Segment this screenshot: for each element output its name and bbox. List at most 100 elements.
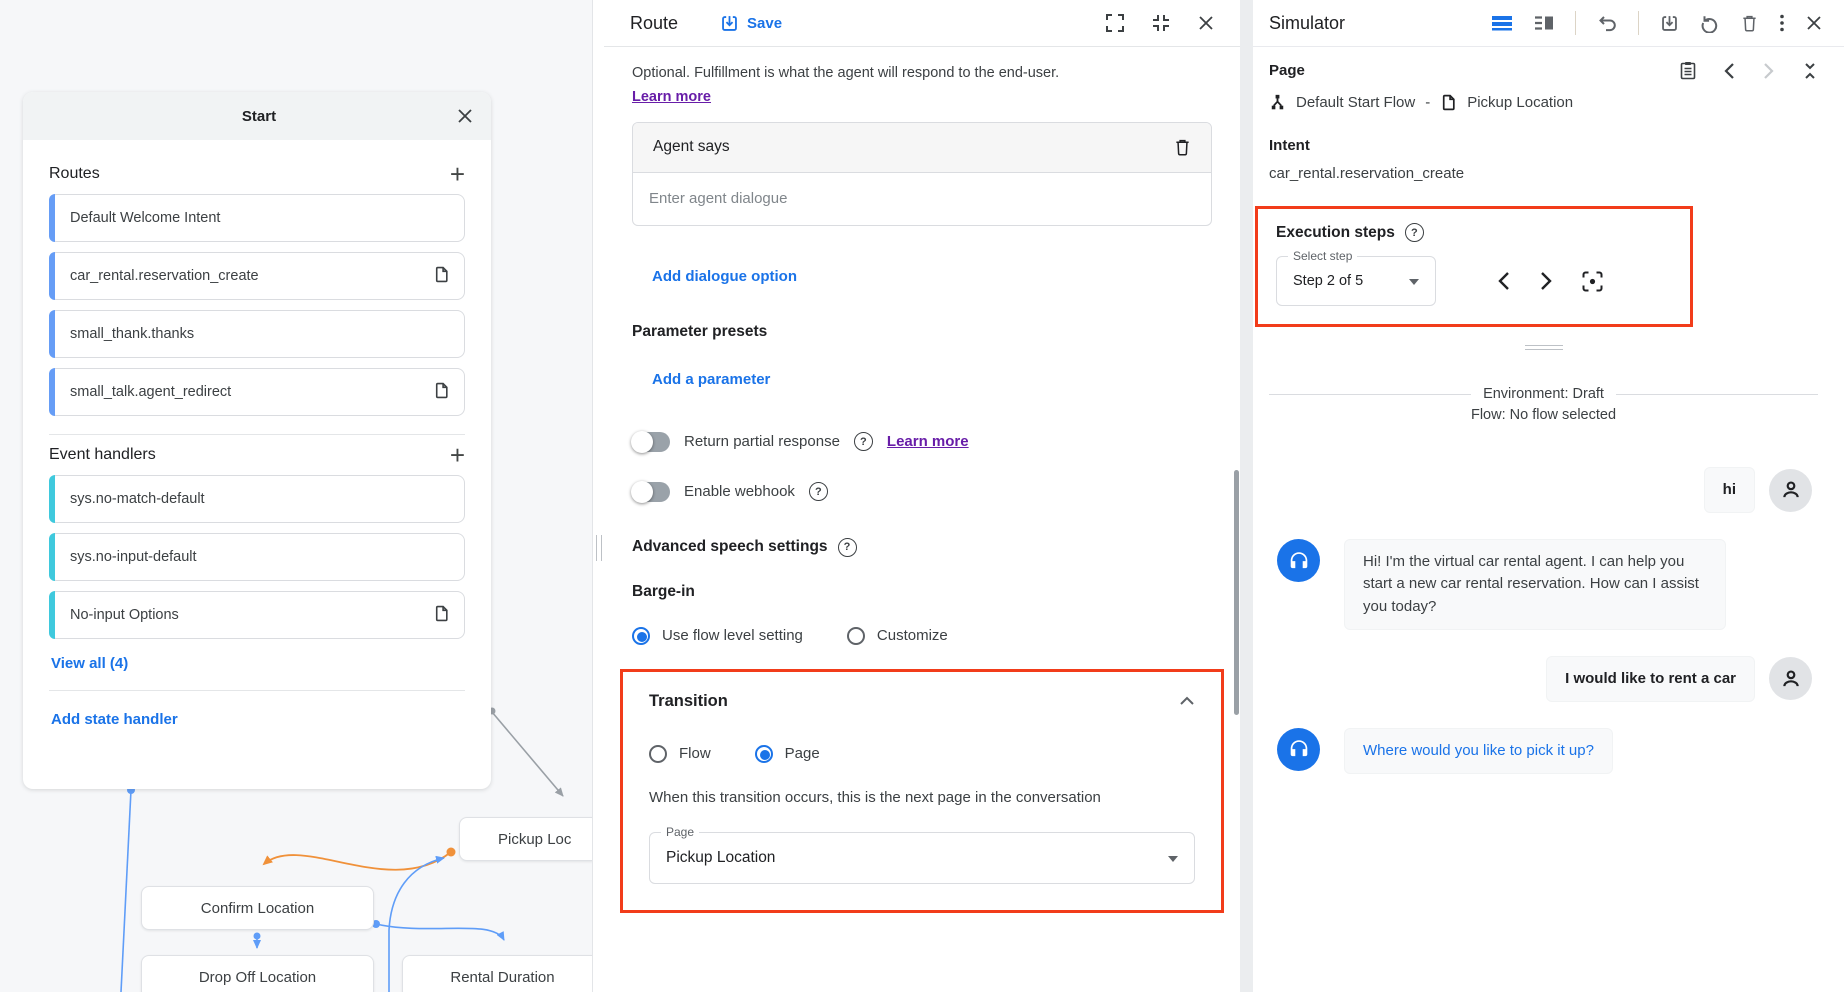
transition-description: When this transition occurs, this is the… xyxy=(649,789,1195,806)
chevron-left-icon[interactable] xyxy=(1724,62,1735,80)
route-item[interactable]: car_rental.reservation_create xyxy=(49,252,465,300)
step-next-chevron-right-icon[interactable] xyxy=(1540,271,1552,291)
return-partial-response-label: Return partial response xyxy=(684,433,840,450)
transition-heading: Transition xyxy=(649,692,728,711)
chat-message-user: hi xyxy=(1269,467,1812,513)
event-handler-item[interactable]: No-input Options xyxy=(49,591,465,639)
transition-page-select[interactable]: Page Pickup Location xyxy=(649,832,1195,884)
undo-icon[interactable] xyxy=(1597,14,1617,32)
trash-icon[interactable] xyxy=(1174,138,1191,156)
help-icon[interactable]: ? xyxy=(809,482,828,501)
drag-handle-icon[interactable] xyxy=(596,535,602,561)
chevron-right-icon-disabled[interactable] xyxy=(1763,62,1774,80)
agent-message-bubble: Hi! I'm the virtual car rental agent. I … xyxy=(1344,539,1726,630)
start-flow-panel: Start Routes + Default Welcome Intent ca… xyxy=(23,92,491,789)
customize-radio[interactable]: Customize xyxy=(847,627,948,645)
select-step-label: Select step xyxy=(1288,249,1357,263)
partial-response-learn-more-link[interactable]: Learn more xyxy=(887,433,969,450)
close-icon[interactable] xyxy=(457,108,473,124)
drag-handle-icon[interactable] xyxy=(1525,345,1563,350)
close-icon[interactable] xyxy=(1806,15,1822,31)
node-confirm-location[interactable]: Confirm Location xyxy=(141,886,374,930)
divider xyxy=(49,434,465,435)
panel-gutter xyxy=(1240,0,1253,992)
message-list-icon[interactable] xyxy=(1491,14,1513,32)
flow-icon xyxy=(1269,94,1286,111)
save-button[interactable]: Save xyxy=(720,14,782,33)
routes-section-label: Routes xyxy=(49,165,100,183)
return-partial-response-toggle[interactable] xyxy=(632,432,670,452)
help-icon[interactable]: ? xyxy=(838,538,857,557)
simulator-flow-name[interactable]: Default Start Flow xyxy=(1296,94,1415,111)
person-icon xyxy=(1769,469,1812,512)
clipboard-icon[interactable] xyxy=(1680,61,1696,80)
fullscreen-exit-icon[interactable] xyxy=(1152,14,1170,32)
side-panel-icon[interactable] xyxy=(1534,14,1554,32)
event-handlers-section-label: Event handlers xyxy=(49,446,156,464)
document-icon xyxy=(433,605,450,626)
route-panel-title: Route xyxy=(630,13,678,34)
restore-icon[interactable] xyxy=(1700,13,1720,33)
parameter-presets-heading: Parameter presets xyxy=(632,323,1212,341)
transition-flow-radio[interactable]: Flow xyxy=(649,745,711,763)
transition-section-highlighted: Transition Flow Page When this trans xyxy=(620,669,1224,913)
start-panel-header: Start xyxy=(23,92,491,140)
flow-canvas[interactable]: Pickup Loc Confirm Location Drop Off Loc… xyxy=(0,0,592,992)
view-all-link[interactable]: View all (4) xyxy=(51,655,465,672)
select-step-dropdown[interactable]: Select step Step 2 of 5 xyxy=(1276,256,1436,306)
transition-page-radio[interactable]: Page xyxy=(755,745,820,763)
radio-selected-icon xyxy=(632,627,650,645)
route-item[interactable]: small_thank.thanks xyxy=(49,310,465,358)
page-select-value: Pickup Location xyxy=(666,849,775,867)
event-handler-item[interactable]: sys.no-input-default xyxy=(49,533,465,581)
route-item[interactable]: Default Welcome Intent xyxy=(49,194,465,242)
dialogflow-cx-app: Pickup Loc Confirm Location Drop Off Loc… xyxy=(0,0,1844,992)
add-event-handler-plus-icon[interactable]: + xyxy=(450,445,465,465)
node-drop-off-location[interactable]: Drop Off Location xyxy=(141,955,374,992)
add-dialogue-option-link[interactable]: Add dialogue option xyxy=(652,268,1212,285)
advanced-speech-settings-heading: Advanced speech settings xyxy=(632,538,828,556)
radio-unselected-icon xyxy=(649,745,667,763)
use-flow-level-setting-radio[interactable]: Use flow level setting xyxy=(632,627,803,645)
node-rental-duration[interactable]: Rental Duration xyxy=(402,955,592,992)
add-state-handler-link[interactable]: Add state handler xyxy=(51,711,465,728)
help-icon[interactable]: ? xyxy=(1405,223,1424,242)
add-route-plus-icon[interactable]: + xyxy=(450,164,465,184)
radio-selected-icon xyxy=(755,745,773,763)
add-parameter-link[interactable]: Add a parameter xyxy=(652,371,1212,388)
intent-value: car_rental.reservation_create xyxy=(1269,165,1818,182)
close-icon[interactable] xyxy=(1198,15,1214,31)
headset-icon xyxy=(1277,539,1320,582)
agent-message-bubble-highlighted: Where would you like to pick it up? xyxy=(1344,728,1613,774)
node-pickup-location[interactable]: Pickup Loc xyxy=(459,817,592,861)
step-previous-chevron-left-icon[interactable] xyxy=(1498,271,1510,291)
enable-webhook-toggle[interactable] xyxy=(632,482,670,502)
simulator-panel: Simulator xyxy=(1253,0,1844,992)
document-icon xyxy=(433,382,450,403)
save-conversation-icon[interactable] xyxy=(1660,14,1679,33)
divider xyxy=(1269,394,1471,395)
chevron-up-icon[interactable] xyxy=(1179,696,1195,706)
trash-icon[interactable] xyxy=(1741,14,1758,32)
start-panel-title: Start xyxy=(41,108,457,125)
agent-dialogue-input[interactable] xyxy=(649,190,1195,207)
route-item[interactable]: small_talk.agent_redirect xyxy=(49,368,465,416)
chat-message-agent: Hi! I'm the virtual car rental agent. I … xyxy=(1269,539,1812,630)
event-handler-item[interactable]: sys.no-match-default xyxy=(49,475,465,523)
barge-in-heading: Barge-in xyxy=(632,583,1212,601)
panel-resize-gutter[interactable] xyxy=(592,0,604,992)
fullscreen-icon[interactable] xyxy=(1106,14,1124,32)
execution-steps-heading: Execution steps xyxy=(1276,224,1395,242)
help-icon[interactable]: ? xyxy=(854,432,873,451)
center-focus-icon[interactable] xyxy=(1582,271,1603,292)
dropdown-caret-icon xyxy=(1168,856,1178,862)
simulator-title: Simulator xyxy=(1269,13,1345,34)
select-step-value: Step 2 of 5 xyxy=(1293,273,1363,289)
simulator-page-name[interactable]: Pickup Location xyxy=(1467,94,1573,111)
more-vert-icon[interactable] xyxy=(1779,14,1785,32)
learn-more-link[interactable]: Learn more xyxy=(632,89,711,105)
radio-unselected-icon xyxy=(847,627,865,645)
execution-steps-highlighted: Execution steps ? Select step Step 2 of … xyxy=(1255,206,1693,327)
collapse-icon[interactable] xyxy=(1802,62,1818,80)
scrollbar-thumb[interactable] xyxy=(1234,470,1239,715)
